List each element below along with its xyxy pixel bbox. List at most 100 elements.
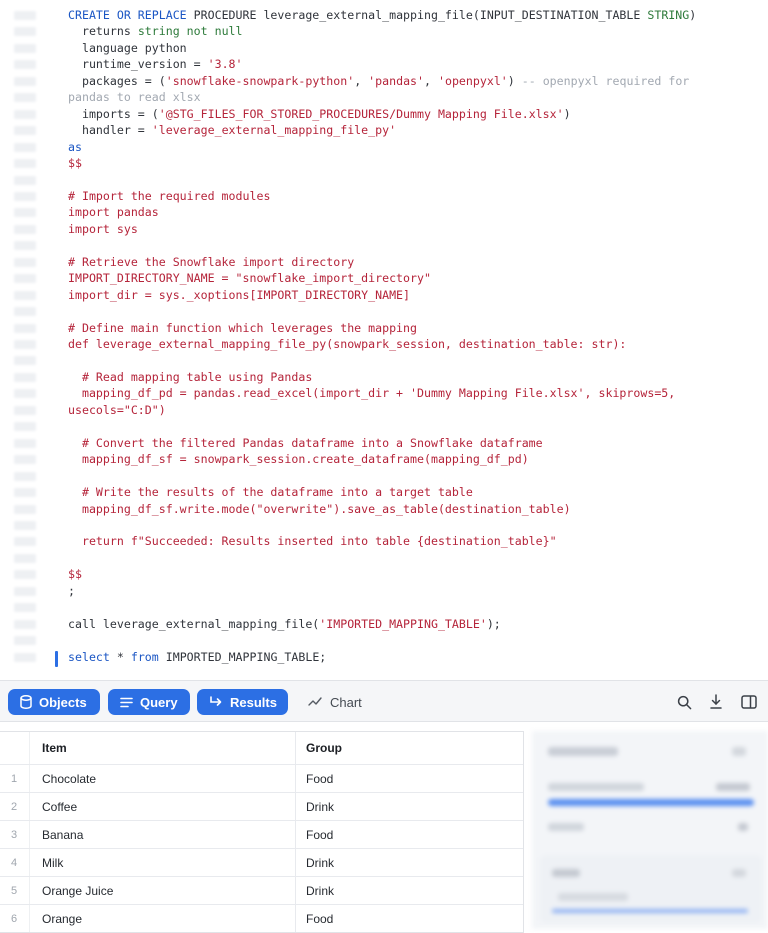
column-header-item[interactable]: Item (42, 732, 67, 764)
cell-item[interactable]: Milk (42, 849, 63, 876)
code-line[interactable]: import_dir = sys._xoptions[IMPORT_DIRECT… (68, 287, 410, 303)
code-line[interactable]: return f"Succeeded: Results inserted int… (68, 533, 557, 549)
code-line[interactable]: mapping_df_sf = snowpark_session.create_… (68, 451, 529, 467)
table-row[interactable]: 6 Orange Food (0, 905, 523, 932)
code-line[interactable]: # Write the results of the dataframe int… (68, 484, 473, 500)
code-token: string not null (137, 24, 243, 39)
line-number (14, 274, 36, 284)
objects-button[interactable]: Objects (8, 689, 100, 715)
code-token: as (68, 139, 82, 154)
code-line[interactable]: mapping_df_pd = pandas.read_excel(import… (68, 385, 675, 401)
line-number (14, 93, 36, 103)
code-token: # Write the results of the dataframe int… (68, 485, 473, 500)
cell-item[interactable]: Orange Juice (42, 877, 113, 904)
line-number (14, 652, 36, 662)
cell-group[interactable]: Drink (306, 849, 334, 876)
code-token: ) (563, 106, 571, 121)
code-token: packages = ( (68, 73, 166, 88)
code-token: PROCEDURE leverage_external_mapping_file… (186, 8, 648, 22)
code-line[interactable]: as (68, 139, 82, 155)
code-line[interactable]: runtime_version = '3.8' (68, 56, 243, 72)
code-token: IMPORTED_MAPPING_TABLE; (158, 649, 327, 664)
code-token: 'IMPORTED_MAPPING_TABLE' (319, 616, 487, 631)
column-header-group[interactable]: Group (306, 732, 342, 764)
code-line[interactable]: mapping_df_sf.write.mode("overwrite").sa… (68, 501, 571, 517)
line-number (14, 175, 36, 185)
line-number (14, 553, 36, 563)
code-token: # Retrieve the Snowflake import director… (68, 254, 355, 269)
code-line[interactable]: import pandas (68, 204, 159, 220)
code-line[interactable]: imports = ('@STG_FILES_FOR_STORED_PROCED… (68, 106, 571, 122)
search-icon[interactable] (674, 692, 694, 712)
code-token: 'snowflake-snowpark-python' (165, 73, 355, 88)
cell-item[interactable]: Coffee (42, 793, 77, 820)
cell-group[interactable]: Food (306, 821, 333, 848)
code-line[interactable]: # Define main function which leverages t… (68, 320, 417, 336)
code-line[interactable]: # Read mapping table using Pandas (68, 369, 312, 385)
table-row[interactable]: 3 Banana Food (0, 821, 523, 849)
code-token: returns (68, 24, 138, 39)
split-panel-icon[interactable] (739, 692, 759, 712)
download-icon[interactable] (706, 692, 726, 712)
code-line[interactable]: returns string not null (68, 23, 243, 39)
results-button[interactable]: Results (197, 689, 288, 715)
row-index: 4 (10, 856, 18, 869)
line-number (14, 455, 36, 465)
code-token: , (424, 73, 438, 88)
chart-line-icon (308, 695, 322, 710)
chart-tab[interactable]: Chart (300, 689, 370, 715)
line-number (14, 142, 36, 152)
code-line[interactable]: usecols="C:D") (68, 402, 166, 418)
code-line[interactable]: IMPORT_DIRECTORY_NAME = "snowflake_impor… (68, 270, 431, 286)
cell-group[interactable]: Drink (306, 877, 334, 904)
code-line[interactable]: select * from IMPORTED_MAPPING_TABLE; (68, 649, 326, 665)
code-token: # Import the required modules (68, 188, 271, 203)
code-token: pandas to read xlsx (68, 90, 201, 105)
table-row[interactable]: 2 Coffee Drink (0, 793, 523, 821)
code-line[interactable]: pandas to read xlsx (68, 89, 201, 105)
code-line[interactable]: def leverage_external_mapping_file_py(sn… (68, 336, 626, 352)
code-line[interactable]: $$ (68, 155, 82, 171)
code-token: return f"Succeeded: Results inserted int… (68, 534, 557, 549)
code-token: -- openpyxl required for (521, 73, 690, 88)
query-button[interactable]: Query (108, 689, 190, 715)
cell-item[interactable]: Banana (42, 821, 83, 848)
line-number (14, 389, 36, 399)
code-line[interactable]: call leverage_external_mapping_file('IMP… (68, 616, 501, 632)
row-index: 1 (10, 772, 18, 785)
cell-group[interactable]: Food (306, 765, 333, 792)
results-label: Results (230, 694, 277, 710)
cell-item[interactable]: Orange (42, 905, 82, 932)
code-token: CREATE OR REPLACE (68, 8, 187, 22)
line-number (14, 290, 36, 300)
code-line[interactable]: $$ (68, 566, 82, 582)
line-number (14, 520, 36, 530)
table-row[interactable]: 1 Chocolate Food (0, 765, 523, 793)
line-number (14, 586, 36, 596)
code-token: , (354, 73, 369, 88)
code-line[interactable]: import sys (68, 221, 138, 237)
cell-group[interactable]: Food (306, 905, 333, 932)
sql-editor[interactable]: CREATE OR REPLACE PROCEDURE leverage_ext… (0, 0, 768, 680)
code-token: mapping_df_pd = pandas.read_excel(import… (68, 386, 676, 401)
line-number (14, 340, 36, 349)
cell-item[interactable]: Chocolate (42, 765, 96, 792)
code-line[interactable]: CREATE OR REPLACE PROCEDURE leverage_ext… (68, 7, 696, 23)
table-header-row: Item Group (0, 732, 523, 765)
code-line[interactable]: packages = ('snowflake-snowpark-python',… (68, 73, 689, 89)
cell-group[interactable]: Drink (306, 793, 334, 820)
table-row[interactable]: 4 Milk Drink (0, 849, 523, 877)
line-number (14, 603, 36, 613)
code-line[interactable]: # Import the required modules (68, 188, 270, 204)
code-line[interactable]: ; (68, 583, 75, 599)
code-line[interactable]: # Retrieve the Snowflake import director… (68, 254, 354, 270)
code-token: 'openpyxl' (437, 73, 508, 88)
line-number (14, 636, 36, 646)
line-number-gutter (0, 0, 54, 680)
table-row[interactable]: 5 Orange Juice Drink (0, 877, 523, 905)
code-line[interactable]: # Convert the filtered Pandas dataframe … (68, 435, 543, 451)
code-line[interactable]: language python (68, 40, 187, 56)
code-line[interactable]: handler = 'leverage_external_mapping_fil… (68, 122, 396, 138)
line-number (14, 208, 36, 218)
code-token: import sys (68, 221, 138, 236)
